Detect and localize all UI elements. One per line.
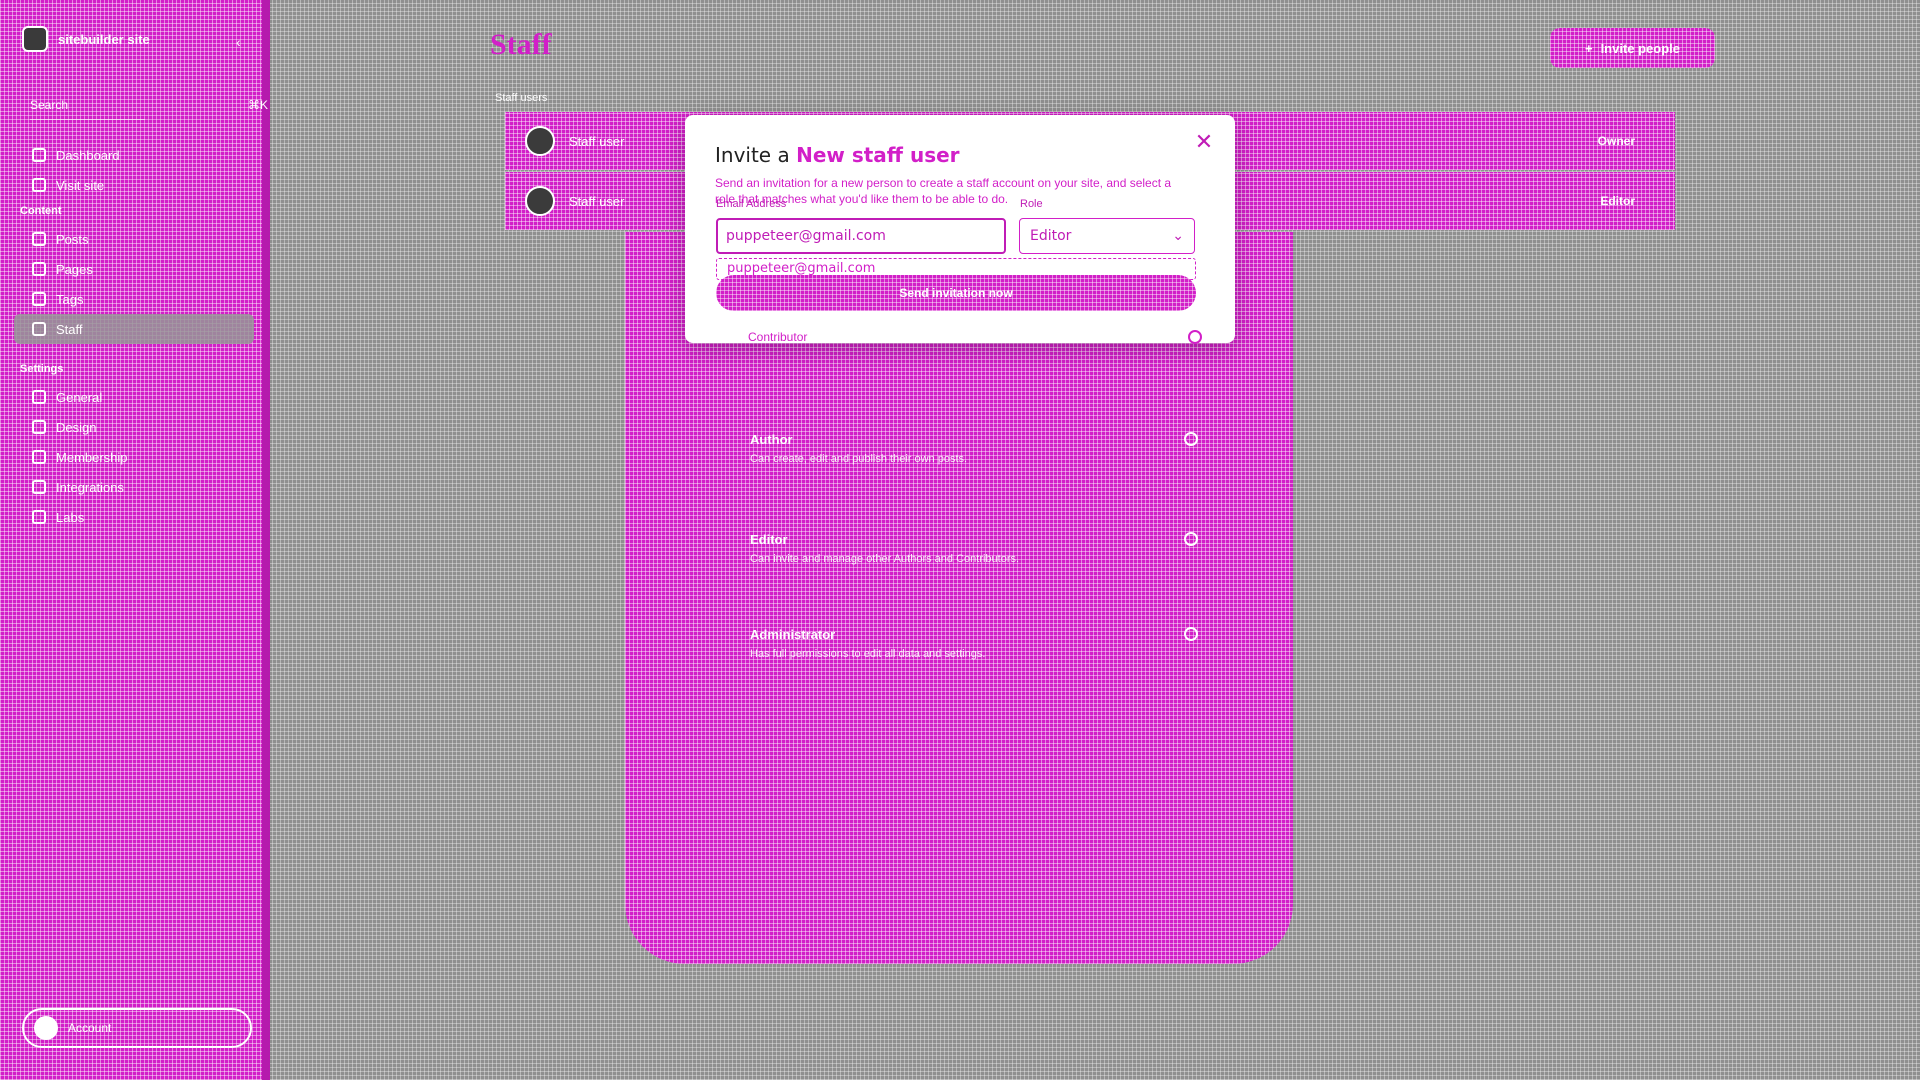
globe-icon [32, 178, 46, 192]
role-select-value: Editor [1030, 228, 1072, 244]
role-option-desc: Has full permissions to edit all data an… [750, 648, 986, 660]
search-input[interactable]: Search [30, 98, 145, 120]
role-select[interactable]: Editor ⌄ [1019, 218, 1195, 254]
sidebar-item-label: Dashboard [56, 147, 120, 163]
sidebar-item-label: General [56, 389, 103, 405]
sidebar-item-label: Integrations [56, 479, 124, 495]
section-label: Staff users [495, 92, 548, 104]
role-option-editor[interactable]: Editor Can invite and manage other Autho… [750, 532, 1150, 565]
staff-icon [32, 322, 46, 336]
radio-administrator[interactable] [1184, 627, 1198, 641]
nav-settings: Settings General Design Membership Integ… [14, 356, 254, 532]
nav-section-content: Content [20, 205, 62, 217]
email-label: Email Address [716, 198, 787, 210]
pages-icon [32, 262, 46, 276]
send-invitation-button[interactable]: Send invitation now [716, 275, 1196, 311]
brush-icon [32, 420, 46, 434]
sidebar-item-posts[interactable]: Posts [14, 224, 254, 254]
invite-people-button[interactable]: + Invite people [1550, 28, 1715, 68]
sidebar-item-tags[interactable]: Tags [14, 284, 254, 314]
sidebar-item-label: Pages [56, 261, 93, 277]
role-option-desc: Can create, edit and publish their own p… [750, 453, 968, 465]
chevron-left-icon[interactable]: ‹ [236, 34, 256, 54]
plug-icon [32, 480, 46, 494]
page-title: Staff [490, 28, 552, 61]
modal-title-prefix: Invite a [715, 143, 790, 167]
posts-icon [32, 232, 46, 246]
radio-author[interactable] [1184, 432, 1198, 446]
modal-title-accent: New staff user [796, 143, 960, 167]
dashboard-icon [32, 148, 46, 162]
sidebar-item-staff[interactable]: Staff [14, 314, 254, 344]
sidebar-item-labs[interactable]: Labs [14, 502, 254, 532]
nav-section-settings: Settings [20, 363, 64, 375]
role-option-desc: Can invite and manage other Authors and … [750, 553, 1020, 565]
brand-name: sitebuilder site [58, 31, 150, 47]
user-menu[interactable]: Account [22, 1008, 252, 1048]
sidebar-item-dashboard[interactable]: Dashboard [14, 140, 254, 170]
radio-contributor[interactable] [1188, 330, 1202, 344]
gear-icon [32, 390, 46, 404]
nav-top: Dashboard Visit site [14, 140, 254, 200]
role-option-name: Author [750, 432, 793, 447]
sidebar-item-visit-site[interactable]: Visit site [14, 170, 254, 200]
avatar [525, 186, 555, 216]
flask-icon [32, 510, 46, 524]
sidebar: sitebuilder site ‹ Search ⌘K Dashboard V… [0, 0, 270, 1080]
role-option-contributor[interactable]: Contributor [748, 330, 807, 344]
sidebar-item-membership[interactable]: Membership [14, 442, 254, 472]
sidebar-item-design[interactable]: Design [14, 412, 254, 442]
brand[interactable]: sitebuilder site [22, 26, 150, 52]
staff-name: Staff user [569, 193, 625, 209]
sidebar-item-integrations[interactable]: Integrations [14, 472, 254, 502]
chevron-down-icon: ⌄ [1172, 228, 1184, 244]
site-logo-icon [22, 26, 48, 52]
sidebar-item-label: Labs [56, 509, 85, 525]
role-option-name: Editor [750, 532, 788, 547]
user-label: Account [68, 1021, 112, 1035]
avatar [525, 126, 555, 156]
staff-name: Staff user [569, 133, 625, 149]
staff-role: Editor [1600, 194, 1635, 208]
members-icon [32, 450, 46, 464]
tag-icon [32, 292, 46, 306]
sidebar-item-pages[interactable]: Pages [14, 254, 254, 284]
avatar [34, 1016, 58, 1040]
sidebar-item-general[interactable]: General [14, 382, 254, 412]
search-shortcut: ⌘K [248, 98, 269, 112]
role-option-author[interactable]: Author Can create, edit and publish thei… [750, 432, 1150, 465]
search-placeholder: Search [30, 98, 69, 112]
modal-title: Invite a New staff user [715, 143, 1205, 167]
sidebar-item-label: Staff [56, 321, 83, 337]
invite-button-label: Invite people [1600, 40, 1681, 56]
nav-content: Content Posts Pages Tags Staff [14, 198, 254, 344]
staff-role: Owner [1597, 134, 1635, 148]
close-icon[interactable]: ✕ [1191, 129, 1217, 155]
email-field[interactable] [716, 218, 1006, 254]
radio-editor[interactable] [1184, 532, 1198, 546]
sidebar-item-label: Membership [56, 449, 128, 465]
sidebar-item-label: Visit site [56, 177, 105, 193]
sidebar-item-label: Tags [56, 291, 84, 307]
role-option-administrator[interactable]: Administrator Has full permissions to ed… [750, 627, 1150, 660]
plus-icon: + [1584, 40, 1593, 56]
role-option-name: Administrator [750, 627, 836, 642]
sidebar-item-label: Posts [56, 231, 89, 247]
sidebar-item-label: Design [56, 419, 97, 435]
role-label: Role [1020, 198, 1043, 210]
